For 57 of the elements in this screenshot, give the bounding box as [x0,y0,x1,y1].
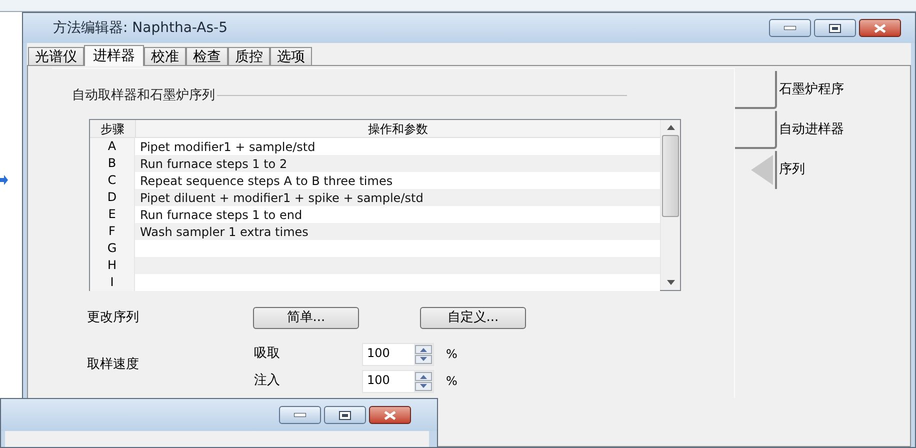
group-title: 自动取样器和石墨炉序列 [72,87,215,105]
field-label: 取样速度 [87,356,140,374]
scroll-up-icon[interactable] [666,124,674,130]
field-label: 吸取 [254,345,281,364]
table-cell: F [90,222,135,240]
button[interactable]: 自定义... [420,306,526,328]
field-label: 注入 [254,372,281,390]
table-cell: Run furnace steps 1 to end [140,208,302,222]
window-title: 方法编辑器: Naphtha-As-5 [53,18,228,38]
scrollbar[interactable] [660,120,680,290]
close-icon [384,410,396,420]
maximize-button[interactable] [814,19,856,37]
table-cell: B [90,154,135,172]
side-tab[interactable]: 石墨炉程序 [735,70,875,110]
minimize-button[interactable] [279,406,321,424]
table-cell: H [90,256,135,274]
spin-up-icon[interactable] [415,372,432,380]
button[interactable]: 简单... [253,306,359,328]
column-header: 步骤 [90,120,135,136]
maximize-icon [339,410,351,420]
tab[interactable]: 校准 [144,47,186,65]
tab[interactable]: 检查 [186,47,228,65]
table-cell: Pipet modifier1 + sample/std [140,140,316,154]
spin-down-icon[interactable] [415,354,432,364]
table-cell: A [90,138,135,154]
unit-label: % [446,373,458,390]
spin-box[interactable]: 100 [362,342,434,366]
scroll-down-icon[interactable] [666,280,674,284]
unit-label: % [446,346,458,363]
close-button[interactable] [369,406,411,424]
table-cell: Pipet diluent + modifier1 + spike + sample/std [140,190,424,204]
table-cell: Run furnace steps 1 to 2 [140,156,288,170]
minimize-icon [784,26,796,30]
tab[interactable]: 选项 [270,47,312,65]
table-cell: D [90,188,135,206]
table-cell: C [90,172,135,188]
tab[interactable]: 质控 [228,47,270,65]
field-label: 更改序列 [87,308,140,327]
spin-down-icon[interactable] [415,382,432,390]
table-cell: E [90,206,135,222]
minimize-button[interactable] [769,19,811,37]
table-cell: I [90,274,135,290]
tab[interactable]: 光谱仪 [28,47,84,65]
minimize-icon [294,413,306,417]
tab[interactable]: 进样器 [84,45,144,66]
close-icon [874,24,886,32]
arrow-icon [0,175,8,185]
spin-up-icon[interactable] [415,344,432,354]
table-cell: Repeat sequence steps A to B three times [140,174,393,188]
table-cell: Wash sampler 1 extra times [140,224,308,238]
scrollbar-thumb[interactable] [662,134,679,216]
maximize-icon [829,24,841,32]
maximize-button[interactable] [324,406,366,424]
triangle-icon [751,155,773,185]
table-cell: G [90,240,135,256]
spin-box[interactable]: 100 [362,370,434,392]
close-button[interactable] [859,19,901,37]
